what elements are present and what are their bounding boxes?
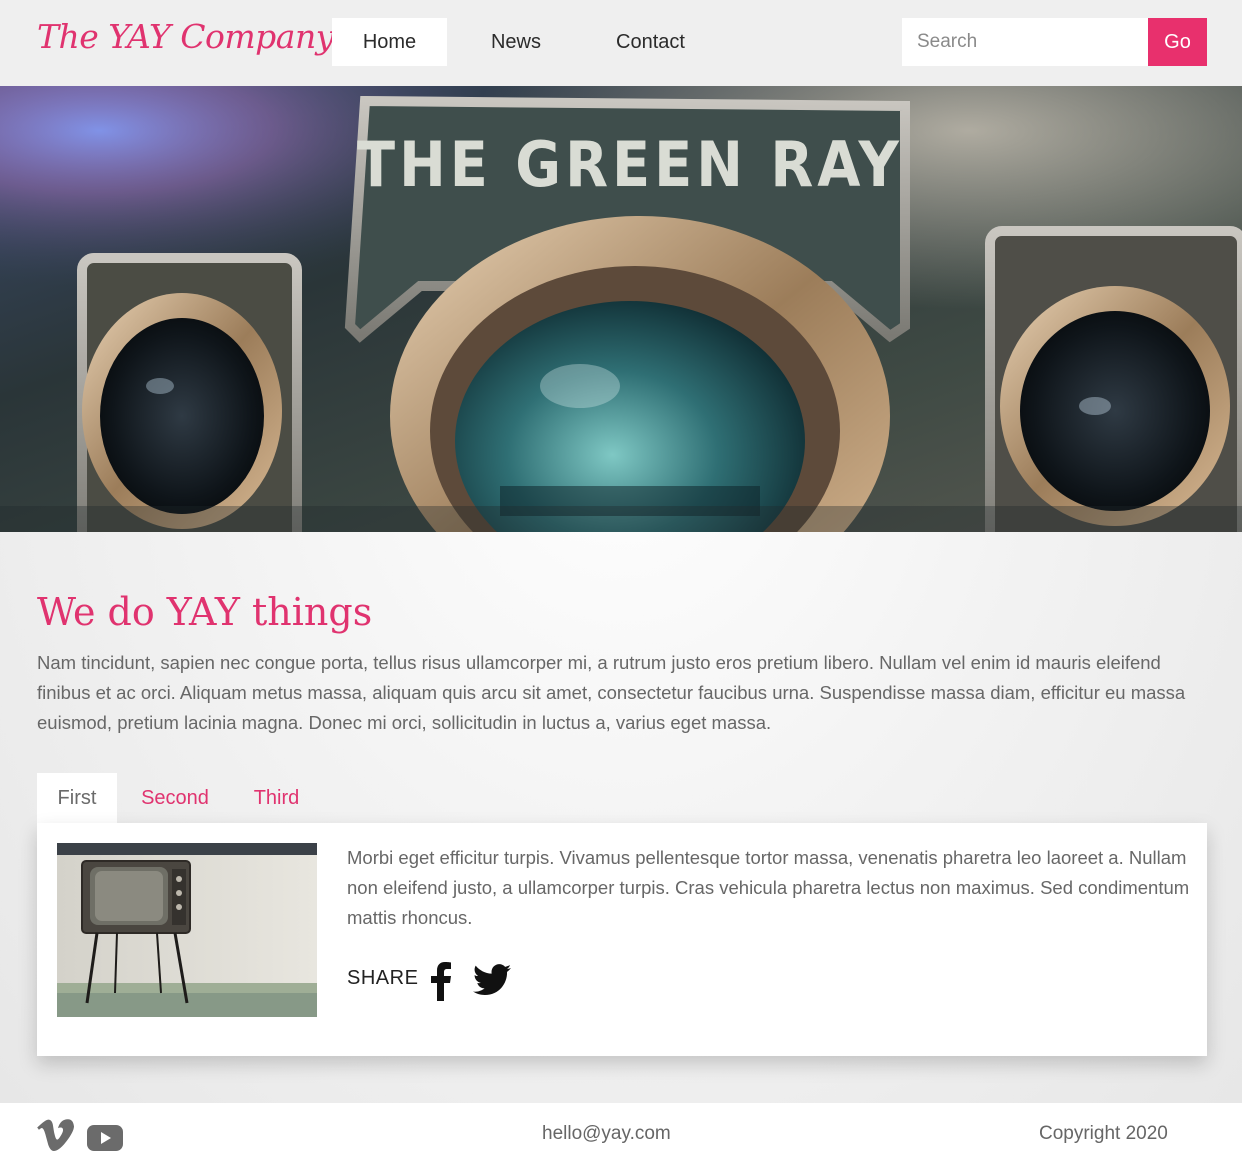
nav-news[interactable]: News [461,18,571,66]
site-header: The YAY Company Home News Contact Go [0,0,1242,86]
footer-copyright: Copyright 2020 [1039,1123,1168,1144]
site-footer: hello@yay.com Copyright 2020 [0,1103,1242,1151]
hero-image: THE GREEN RAY [0,86,1242,532]
tab-first[interactable]: First [37,773,117,824]
intro-heading: We do YAY things [37,590,373,634]
tab-third[interactable]: Third [239,773,314,824]
nav-home[interactable]: Home [332,18,447,66]
footer-email-link[interactable]: hello@yay.com [542,1123,671,1145]
facebook-icon[interactable] [430,961,452,1006]
hero-sign-text: THE GREEN RAY [357,128,903,201]
search-input[interactable] [902,18,1148,66]
search-go-button[interactable]: Go [1148,18,1207,66]
tab-panel: Morbi eget efficitur turpis. Vivamus pel… [37,823,1207,1056]
nav-contact[interactable]: Contact [588,18,713,66]
site-logo[interactable]: The YAY Company [37,17,334,56]
intro-paragraph: Nam tincidunt, sapien nec congue porta, … [37,652,1186,733]
youtube-icon[interactable] [87,1125,123,1151]
retro-tv-image [57,843,317,1017]
vimeo-icon[interactable] [37,1119,75,1151]
panel-paragraph: Morbi eget efficitur turpis. Vivamus pel… [347,847,1190,928]
twitter-icon[interactable] [473,964,511,1001]
share-label: SHARE [347,967,419,989]
tab-second[interactable]: Second [131,773,219,824]
